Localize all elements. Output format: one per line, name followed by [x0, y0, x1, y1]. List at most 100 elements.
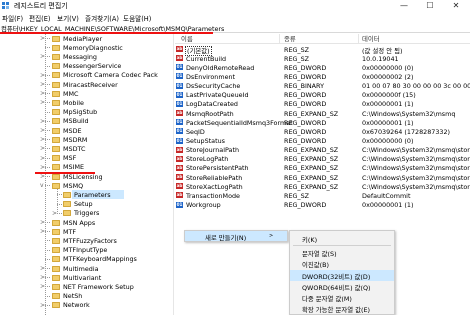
tree-item[interactable]: MemoryDiagnostic: [0, 43, 173, 52]
tree-item[interactable]: > Messaging: [0, 52, 173, 61]
chevron-right-icon[interactable]: >: [40, 90, 45, 97]
column-divider[interactable]: [279, 34, 280, 43]
value-name: DsSecurityCache: [186, 82, 241, 91]
binary-value-icon: 01: [176, 64, 183, 71]
registry-editor-icon: [2, 1, 10, 9]
chevron-right-icon[interactable]: >: [40, 35, 45, 42]
tree-item[interactable]: > MSF: [0, 154, 173, 163]
tree-item[interactable]: NetSh: [0, 292, 173, 301]
value-row[interactable]: ab StoreReliablePath REG_EXPAND_SZ C:\Windo…: [175, 173, 470, 182]
column-divider[interactable]: [358, 34, 359, 43]
value-row[interactable]: 01 DsSecurityCache REG_BINARY 01 00 07 80 3…: [175, 82, 470, 91]
chevron-right-icon[interactable]: >: [40, 228, 45, 235]
address-bar[interactable]: 컴퓨터\HKEY_LOCAL_MACHINE\SOFTWARE\Microsof…: [0, 22, 470, 34]
column-header-data[interactable]: 데이터: [362, 34, 380, 43]
submenu-item[interactable]: 키(K): [290, 233, 394, 244]
submenu-item-label: 다중 문자열 값(M): [302, 295, 352, 303]
tree-item[interactable]: > Triggers: [0, 209, 173, 218]
maximize-button[interactable]: ☐: [418, 0, 442, 11]
value-row[interactable]: ab StorePersistentPath REG_EXPAND_SZ C:\Win…: [175, 164, 470, 173]
value-row[interactable]: ab StoreXactLogPath REG_EXPAND_SZ C:\Window…: [175, 182, 470, 191]
tree-item[interactable]: > Mobile: [0, 98, 173, 107]
tree-item[interactable]: MTFFuzzyFactors: [0, 236, 173, 245]
tree-item[interactable]: > Multivariant: [0, 273, 173, 282]
chevron-right-icon[interactable]: >: [40, 136, 45, 143]
tree-item[interactable]: > MSDE: [0, 126, 173, 135]
tree-item-label: Setup: [74, 200, 93, 209]
tree-item[interactable]: MessengerService: [0, 62, 173, 71]
submenu-item[interactable]: 다중 문자열 값(M): [290, 292, 394, 303]
chevron-right-icon[interactable]: >: [40, 72, 45, 79]
chevron-right-icon[interactable]: >: [40, 155, 45, 162]
chevron-right-icon[interactable]: >: [40, 219, 45, 226]
tree-item-label: MTFKeyboardMappings: [63, 255, 137, 264]
tree-item[interactable]: > MTF: [0, 227, 173, 236]
tree-item[interactable]: > MSN Apps: [0, 218, 173, 227]
tree-item[interactable]: Parameters: [0, 190, 173, 200]
tree-item[interactable]: > MSBuild: [0, 117, 173, 126]
string-value-icon: ab: [176, 183, 183, 190]
chevron-right-icon[interactable]: >: [40, 302, 45, 309]
chevron-right-icon[interactable]: >: [40, 173, 45, 180]
tree-item[interactable]: MTFInputType: [0, 246, 173, 255]
minimize-button[interactable]: —: [392, 0, 416, 11]
close-button[interactable]: ✕: [444, 0, 468, 11]
chevron-down-icon[interactable]: v: [40, 182, 44, 189]
submenu-item[interactable]: 문자열 값(S): [290, 247, 394, 258]
value-row[interactable]: ab TransactionMode REG_SZ DefaultCommit: [175, 191, 470, 200]
context-menu-new[interactable]: 새로 만들기(N) >: [185, 231, 287, 242]
column-header-type[interactable]: 종류: [284, 34, 296, 43]
tree-item[interactable]: MpSigStub: [0, 108, 173, 117]
submenu-item[interactable]: 이진값(B): [290, 258, 394, 269]
value-row[interactable]: 01 DsEnvironment REG_DWORD 0x00000002 (2): [175, 72, 470, 81]
tree-item-label: Triggers: [74, 209, 100, 218]
tree-connector: [45, 130, 50, 131]
value-row[interactable]: 01 LastPrivateQueueId REG_DWORD 0x0000000f …: [175, 91, 470, 100]
chevron-right-icon[interactable]: >: [52, 210, 57, 217]
pane-splitter[interactable]: [173, 34, 174, 315]
value-row[interactable]: 01 DenyOldRemoteRead REG_DWORD 0x00000000 (…: [175, 63, 470, 72]
chevron-right-icon[interactable]: >: [40, 274, 45, 281]
value-row[interactable]: 01 PacketSequentialIdMsmq3Format REG_DWORD…: [175, 118, 470, 127]
folder-icon: [52, 228, 60, 235]
chevron-right-icon[interactable]: >: [40, 283, 45, 290]
tree-item[interactable]: v MSMQ: [0, 181, 173, 190]
value-row[interactable]: 01 SetupStatus REG_DWORD 0x00000000 (0): [175, 137, 470, 146]
value-name: TransactionMode: [186, 191, 240, 200]
tree-item[interactable]: > NET Framework Setup: [0, 282, 173, 291]
tree-connector: [45, 84, 50, 85]
value-row[interactable]: ab (기본값) REG_SZ (값 설정 안 됨): [175, 45, 470, 56]
column-header-name[interactable]: 이름: [181, 34, 193, 43]
tree-item[interactable]: > Multimedia: [0, 264, 173, 273]
tree-item[interactable]: > MediaPlayer: [0, 34, 173, 43]
value-row[interactable]: ab StoreJournalPath REG_EXPAND_SZ C:\Window…: [175, 146, 470, 155]
chevron-right-icon[interactable]: >: [40, 127, 45, 134]
value-row[interactable]: 01 SeqID REG_DWORD 0x67039264 (1728287332): [175, 127, 470, 136]
tree-item[interactable]: > Microsoft Camera Codec Pack: [0, 71, 173, 80]
value-row[interactable]: ab CurrentBuild REG_SZ 10.0.19041: [175, 54, 470, 63]
submenu-item[interactable]: 확장 가능한 문자열 값(E): [290, 303, 394, 314]
tree-item[interactable]: > MSDTC: [0, 144, 173, 153]
tree-item[interactable]: > Network: [0, 301, 173, 310]
value-row[interactable]: ab MsmqRootPath REG_EXPAND_SZ C:\Windows\Sy…: [175, 109, 470, 118]
chevron-right-icon[interactable]: >: [40, 118, 45, 125]
tree-item[interactable]: > MSDRM: [0, 135, 173, 144]
value-row[interactable]: 01 LogDataCreated REG_DWORD 0x00000001 (1): [175, 100, 470, 109]
submenu-item-label: 문자열 값(S): [302, 250, 337, 259]
tree-item[interactable]: > MSIME: [0, 163, 173, 172]
value-row[interactable]: 01 Workgroup REG_DWORD 0x00000001 (1): [175, 201, 470, 210]
value-row[interactable]: ab StoreLogPath REG_EXPAND_SZ C:\Windows\Sy…: [175, 155, 470, 164]
submenu-item[interactable]: DWORD(32비트) 값(D): [290, 269, 394, 281]
tree-item[interactable]: > MiracastReceiver: [0, 80, 173, 89]
tree-item[interactable]: Setup: [0, 200, 173, 209]
chevron-right-icon[interactable]: >: [40, 99, 45, 106]
tree-item[interactable]: > MMC: [0, 89, 173, 98]
chevron-right-icon[interactable]: >: [40, 53, 45, 60]
chevron-right-icon[interactable]: >: [40, 265, 45, 272]
submenu-item[interactable]: QWORD(64비트) 값(Q): [290, 281, 394, 292]
chevron-right-icon[interactable]: >: [40, 164, 45, 171]
binary-value-icon: 01: [176, 82, 183, 89]
chevron-right-icon[interactable]: >: [40, 145, 45, 152]
tree-item[interactable]: MTFKeyboardMappings: [0, 255, 173, 264]
chevron-right-icon[interactable]: >: [40, 81, 45, 88]
